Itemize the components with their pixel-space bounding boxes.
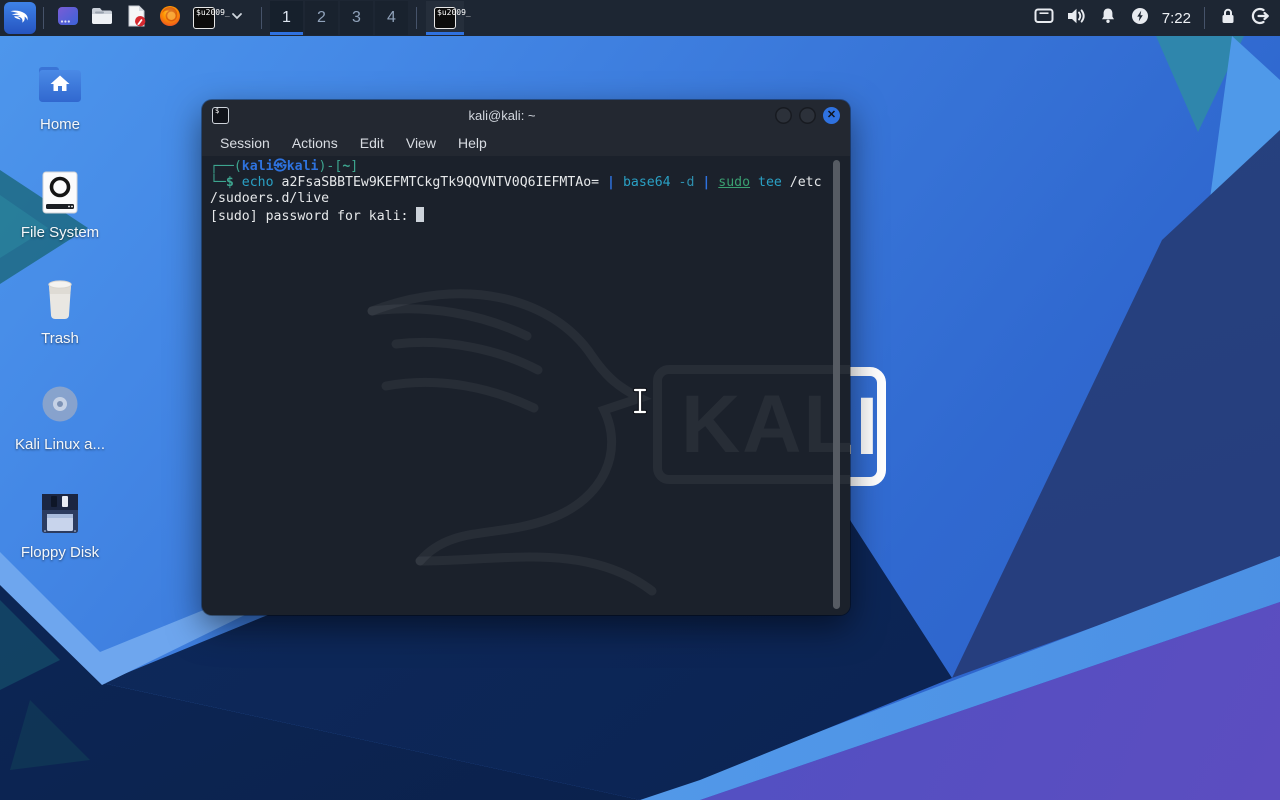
minimize-button[interactable] [775, 106, 792, 124]
home-folder-icon [12, 58, 108, 108]
terminal-titlebar[interactable]: kali@kali: ~ ✕ [202, 100, 850, 130]
floppy-disk-icon [12, 486, 108, 536]
lock-icon [1218, 6, 1238, 31]
kali-text-watermark: KALI [681, 379, 850, 470]
power-icon [1130, 6, 1150, 31]
desktop-icon-label: Floppy Disk [20, 544, 100, 561]
workspace-number: 3 [352, 9, 361, 26]
launcher-text-editor[interactable] [121, 2, 151, 34]
terminal-icon [434, 7, 471, 29]
kali-dragon-watermark [367, 289, 657, 596]
file-manager-icon [90, 4, 114, 33]
terminal-icon [212, 106, 229, 124]
menu-view[interactable]: View [396, 133, 446, 153]
logout-button[interactable] [1247, 2, 1273, 34]
applications-menu-button[interactable] [4, 2, 36, 34]
trash-icon [12, 272, 108, 322]
notifications-tray-button[interactable] [1095, 2, 1121, 34]
terminal-menubar: Session Actions Edit View Help [202, 130, 850, 156]
power-manager-tray-button[interactable] [1127, 2, 1153, 34]
workspace-number: 2 [317, 9, 326, 26]
launcher-window-switcher[interactable] [53, 2, 83, 34]
menu-actions[interactable]: Actions [282, 133, 348, 153]
volume-tray-button[interactable] [1063, 2, 1089, 34]
panel-separator [416, 7, 417, 29]
bell-icon [1098, 6, 1118, 31]
taskbar-terminal-window-button[interactable] [426, 1, 471, 35]
menu-edit[interactable]: Edit [350, 133, 394, 153]
launcher-firefox[interactable] [155, 2, 185, 34]
desktop-icon-home[interactable]: Home [12, 58, 108, 133]
workspace-1[interactable]: 1 [270, 1, 303, 35]
desktop-icon-file-system[interactable]: File System [12, 166, 108, 241]
menu-help[interactable]: Help [448, 133, 497, 153]
kali-dragon-icon [9, 5, 31, 32]
menu-session[interactable]: Session [210, 133, 280, 153]
terminal-line: ┌──(kali㉿kali)-[~] [210, 159, 359, 174]
terminal-line: └─$ echo a2FsaSBBTEw9KEFMTCkgTk9QQVNTV0Q… [210, 175, 822, 190]
workspace-2[interactable]: 2 [305, 1, 338, 35]
panel-separator [261, 7, 262, 29]
display-icon [1033, 5, 1055, 32]
launcher-dropdown-button[interactable] [222, 2, 252, 34]
workspace-3[interactable]: 3 [340, 1, 373, 35]
terminal-line: /sudoers.d/live [210, 191, 330, 206]
clock[interactable]: 7:22 [1162, 10, 1191, 27]
hard-drive-icon [12, 166, 108, 216]
terminal-window: kali@kali: ~ ✕ Session Actions Edit View… [202, 100, 850, 615]
terminal-cursor [416, 207, 425, 222]
launcher-file-manager[interactable] [87, 2, 117, 34]
launcher-terminal[interactable] [189, 2, 230, 34]
workspace-number: 4 [387, 9, 396, 26]
terminal-content[interactable]: KALI ┌──(kali㉿kali)-[~]└─$ echo a2FsaSBB… [202, 156, 850, 615]
window-switcher-icon [56, 4, 80, 33]
firefox-icon [158, 4, 182, 33]
desktop-icon-floppy-disk[interactable]: Floppy Disk [12, 486, 108, 561]
panel-separator [1204, 7, 1205, 29]
maximize-button[interactable] [799, 106, 816, 124]
workspace-4[interactable]: 4 [375, 1, 408, 35]
chevron-down-icon [230, 9, 244, 28]
top-panel: 1 2 3 4 [0, 0, 1280, 36]
desktop-icon-kali-cd[interactable]: Kali Linux a... [12, 378, 108, 453]
display-tray-button[interactable] [1031, 2, 1057, 34]
desktop-icon-label: Kali Linux a... [14, 436, 106, 453]
desktop-icon-label: Home [39, 116, 80, 133]
lock-screen-button[interactable] [1215, 2, 1241, 34]
text-editor-icon [124, 4, 148, 33]
terminal-line: [sudo] password for kali: [210, 207, 842, 225]
workspace-number: 1 [282, 9, 291, 26]
ibeam-cursor [630, 386, 650, 421]
close-button[interactable]: ✕ [823, 106, 840, 124]
panel-separator [43, 7, 44, 29]
volume-icon [1065, 5, 1087, 32]
cd-disc-icon [12, 378, 108, 428]
logout-icon [1249, 5, 1271, 32]
window-title: kali@kali: ~ [468, 107, 536, 123]
desktop-icon-label: File System [20, 224, 100, 241]
kali-desktop: KALI [0, 0, 1280, 800]
desktop-icon-trash[interactable]: Trash [12, 272, 108, 347]
desktop-icon-label: Trash [41, 330, 79, 347]
terminal-icon [193, 7, 230, 29]
terminal-scrollbar[interactable] [833, 160, 840, 609]
